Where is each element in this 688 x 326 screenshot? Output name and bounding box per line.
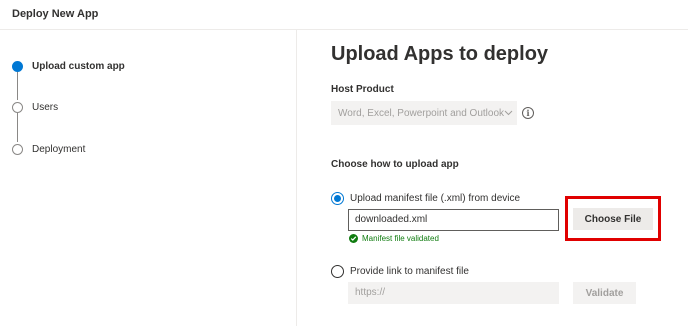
wizard-step-users[interactable]: Users [12,100,58,114]
step-indicator-icon [12,101,23,113]
host-product-select[interactable]: Word, Excel, Powerpoint and Outlook [331,101,517,125]
wizard-step-deployment[interactable]: Deployment [12,142,85,156]
window-title: Deploy New App [12,8,99,20]
radio-upload-file[interactable]: Upload manifest file (.xml) from device [331,192,520,205]
top-bar: Deploy New App [0,0,688,30]
upload-method-label: Choose how to upload app [331,159,459,170]
manifest-link-input[interactable]: https:// [348,282,559,304]
wizard-step-label: Upload custom app [32,60,125,72]
choose-file-highlight-box [565,196,661,241]
radio-button-selected[interactable] [331,192,344,205]
host-product-label: Host Product [331,84,394,95]
page-title: Upload Apps to deploy [331,43,549,65]
wizard-step-label: Users [32,101,59,113]
step-connector [17,113,18,142]
wizard-steps-panel [0,30,297,326]
info-icon[interactable]: i [522,107,534,119]
radio-manifest-link-label: Provide link to manifest file [350,266,469,277]
step-connector [17,71,18,100]
validation-message: Manifest file validated [362,234,439,243]
step-indicator-icon [12,143,23,155]
step-indicator-icon [12,60,23,72]
host-product-value: Word, Excel, Powerpoint and Outlook [338,107,505,119]
wizard-step-upload[interactable]: Upload custom app [12,59,125,73]
validation-status: Manifest file validated [349,234,439,243]
validate-button[interactable]: Validate [573,282,636,304]
checkmark-circle-icon [349,234,358,243]
radio-button-unselected[interactable] [331,265,344,278]
manifest-file-name-field[interactable]: downloaded.xml [348,209,559,231]
radio-upload-file-label: Upload manifest file (.xml) from device [350,193,521,204]
wizard-step-label: Deployment [32,143,86,155]
radio-manifest-link[interactable]: Provide link to manifest file [331,265,469,278]
chevron-down-icon [504,108,513,118]
